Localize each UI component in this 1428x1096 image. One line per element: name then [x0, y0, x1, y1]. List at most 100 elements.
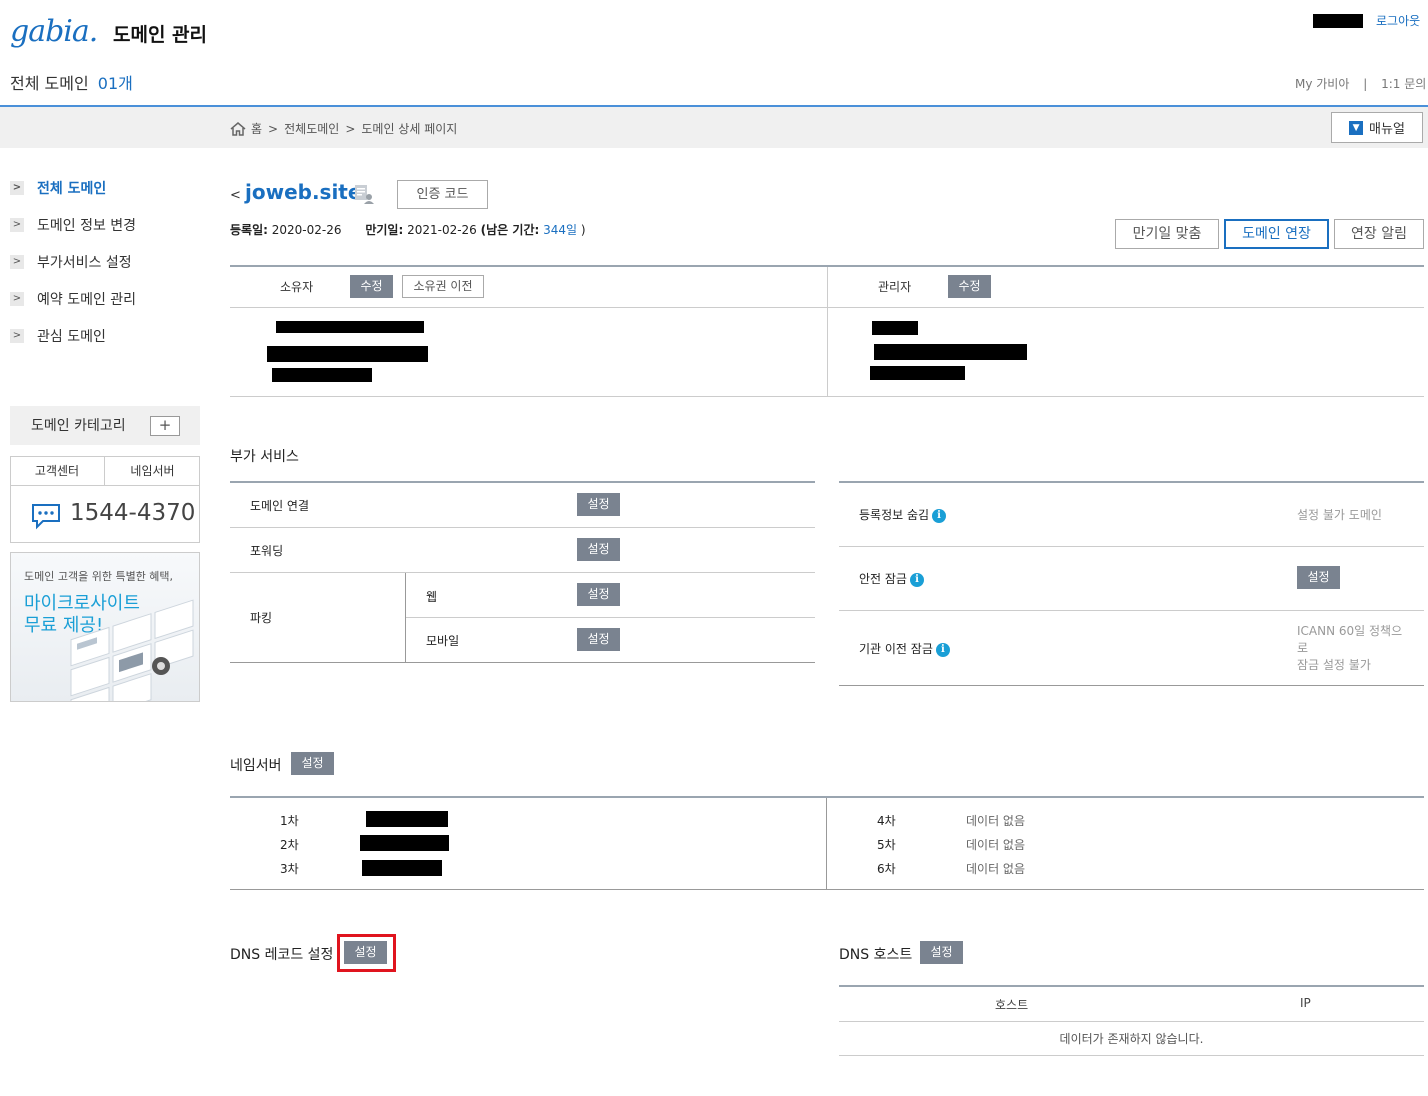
owner-transfer-button[interactable]: 소유권 이전 — [402, 275, 484, 298]
safe-lock-label: 안전 잠금 i — [859, 570, 924, 587]
transfer-lock-status: ICANN 60일 정책으 로 잠금 설정 불가 — [1297, 623, 1402, 674]
redacted-ns2 — [360, 835, 449, 851]
chevron-down-icon: ▼ — [1349, 120, 1364, 135]
forwarding-label: 포워딩 — [250, 544, 284, 558]
breadcrumb-home[interactable]: 홈 — [251, 120, 262, 137]
info-icon[interactable]: i — [909, 572, 924, 587]
forwarding-set-button[interactable]: 설정 — [577, 538, 620, 561]
sidebar-item-watchlist[interactable]: > 관심 도메인 — [10, 326, 106, 346]
dns-col-ip: IP — [1300, 996, 1311, 1010]
summary-label: 전체 도메인 — [10, 74, 89, 93]
auth-code-button[interactable]: 인증 코드 — [397, 180, 488, 209]
transfer-status-line: ICANN 60일 정책으 — [1297, 624, 1403, 638]
manual-label: 매뉴얼 — [1369, 122, 1405, 137]
breadcrumb-bar — [0, 107, 1428, 148]
ns-row-label: 4차 — [877, 814, 896, 828]
owner-edit-button[interactable]: 수정 — [350, 275, 393, 298]
redacted-admin-email — [874, 344, 1027, 360]
nameserver-title: 네임서버 — [230, 758, 282, 774]
exp-date: 2021-02-26 — [407, 223, 477, 237]
parking-divider — [405, 573, 406, 662]
domain-category-label: 도메인 카테고리 — [31, 418, 126, 434]
extension-alert-button[interactable]: 연장 알림 — [1334, 219, 1424, 249]
dns-host-set-button[interactable]: 설정 — [920, 941, 963, 964]
info-icon[interactable]: i — [932, 508, 947, 523]
privacy-label-text: 등록정보 숨김 — [859, 508, 930, 522]
safe-lock-label-text: 안전 잠금 — [859, 572, 907, 586]
parking-web-set-button[interactable]: 설정 — [577, 583, 620, 606]
row-divider — [230, 572, 815, 573]
chevron-right-icon: > — [10, 292, 24, 306]
transfer-status-line: 잠금 설정 불가 — [1297, 658, 1371, 672]
category-add-button[interactable]: + — [150, 416, 180, 436]
dns-record-set-button[interactable]: 설정 — [344, 941, 387, 964]
domain-dates: 등록일: 2020-02-26 만기일: 2021-02-26 (남은 기간: … — [230, 221, 586, 238]
sidebar-item-label: 예약 도메인 관리 — [37, 292, 137, 308]
chevron-right-icon: > — [10, 255, 24, 269]
dns-host-title: DNS 호스트 — [839, 947, 913, 963]
info-icon[interactable]: i — [935, 642, 950, 657]
header-links: My 가비아 | 1:1 문의 — [1295, 75, 1426, 92]
parking-label: 파킹 — [250, 611, 273, 625]
nameserver-top-border — [230, 796, 1424, 798]
nameserver-tab[interactable]: 네임서버 — [105, 456, 200, 486]
breadcrumb-sep: > — [268, 121, 279, 136]
transfer-lock-label: 기관 이전 잠금 i — [859, 640, 950, 657]
redacted-owner-email — [267, 346, 428, 362]
redacted-admin-phone — [870, 366, 965, 380]
admin-edit-button[interactable]: 수정 — [948, 275, 991, 298]
remain-label: (남은 기간: — [480, 223, 540, 237]
banner-small-text: 도메인 고객을 위한 특별한 혜택, — [24, 570, 174, 583]
chevron-right-icon: > — [10, 329, 24, 343]
domain-summary: 전체 도메인 01개 — [10, 70, 133, 94]
summary-count[interactable]: 01개 — [98, 74, 133, 93]
safe-lock-set-button[interactable]: 설정 — [1297, 566, 1340, 589]
sidebar-item-label: 부가서비스 설정 — [37, 255, 132, 271]
reg-date-label: 등록일: — [230, 223, 268, 237]
logout-link[interactable]: 로그아웃 — [1376, 12, 1420, 29]
row-divider — [839, 610, 1424, 611]
match-expiry-button[interactable]: 만기일 맞춤 — [1115, 219, 1219, 249]
transfer-lock-label-text: 기관 이전 잠금 — [859, 642, 933, 656]
ns-row-label: 3차 — [280, 862, 299, 876]
microsite-banner[interactable]: 도메인 고객을 위한 특별한 혜택, 마이크로사이트 무료 제공! — [10, 552, 200, 702]
sidebar-item-domain-info[interactable]: > 도메인 정보 변경 — [10, 215, 136, 235]
sidebar-item-reserved[interactable]: > 예약 도메인 관리 — [10, 289, 136, 309]
row-divider — [230, 527, 815, 528]
row-divider — [405, 617, 815, 618]
gabia-logo[interactable]: gabia. — [10, 14, 98, 49]
domain-connect-label: 도메인 연결 — [250, 499, 310, 513]
dns-host-table-top — [839, 985, 1424, 987]
contacts-bottom-border — [230, 396, 1424, 397]
ns-no-data: 데이터 없음 — [966, 862, 1026, 876]
dns-record-title: DNS 레코드 설정 — [230, 947, 334, 963]
back-link[interactable]: < — [230, 188, 241, 203]
manual-button[interactable]: ▼ 매뉴얼 — [1331, 112, 1423, 143]
addons-left-top-border — [230, 481, 815, 483]
my-gabia-link[interactable]: My 가비아 — [1295, 77, 1349, 91]
sidebar-item-label: 도메인 정보 변경 — [37, 218, 137, 234]
extend-domain-button[interactable]: 도메인 연장 — [1224, 219, 1329, 249]
page-title: 도메인 관리 — [113, 24, 208, 46]
remain-days: 344일 — [543, 223, 578, 237]
link-separator: | — [1363, 77, 1368, 91]
banner-screens-image — [61, 593, 199, 701]
sidebar-item-all-domains[interactable]: > 전체 도메인 — [10, 178, 106, 198]
document-user-icon[interactable] — [353, 183, 375, 209]
nameserver-set-button[interactable]: 설정 — [291, 752, 334, 775]
breadcrumb-all-domains[interactable]: 전체도메인 — [284, 120, 339, 137]
nameserver-bottom-border — [230, 889, 1424, 890]
chevron-right-icon: > — [10, 218, 24, 232]
ns-no-data: 데이터 없음 — [966, 814, 1026, 828]
admin-label: 관리자 — [878, 280, 912, 294]
ns-row-label: 5차 — [877, 838, 896, 852]
sidebar-item-addon-services[interactable]: > 부가서비스 설정 — [10, 252, 132, 272]
ns-row-label: 1차 — [280, 814, 299, 828]
domain-connect-set-button[interactable]: 설정 — [577, 493, 620, 516]
inquiry-link[interactable]: 1:1 문의 — [1381, 77, 1426, 91]
home-icon[interactable] — [230, 121, 246, 137]
parking-mobile-set-button[interactable]: 설정 — [577, 628, 620, 651]
contacts-divider — [827, 267, 828, 396]
support-tab[interactable]: 고객센터 — [10, 456, 105, 486]
addons-right-bottom-border — [839, 685, 1424, 686]
